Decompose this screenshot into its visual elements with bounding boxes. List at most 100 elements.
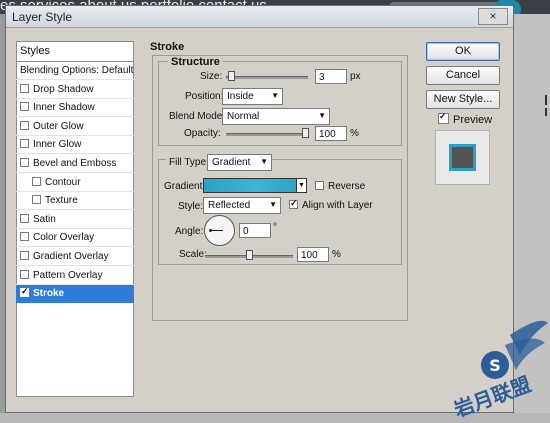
size-slider-thumb[interactable] bbox=[228, 71, 236, 81]
dialog-title: Layer Style bbox=[12, 10, 73, 24]
style-item-label: Inner Shadow bbox=[33, 102, 95, 114]
chevron-down-icon: ▼ bbox=[318, 111, 326, 120]
angle-unit: ° bbox=[273, 222, 277, 233]
structure-title: Structure bbox=[168, 56, 223, 68]
gradient-swatch[interactable]: ▼ bbox=[203, 178, 307, 193]
style-item-label: Drop Shadow bbox=[33, 83, 94, 95]
background-mark bbox=[545, 108, 547, 116]
size-slider-track[interactable] bbox=[226, 76, 308, 79]
gradient-style-value: Reflected bbox=[208, 200, 251, 211]
scale-slider-thumb[interactable] bbox=[245, 250, 253, 260]
scale-label: Scale: bbox=[179, 249, 207, 260]
opacity-slider-track[interactable] bbox=[226, 133, 309, 136]
style-item-texture[interactable]: Texture bbox=[16, 192, 134, 211]
align-with-layer-wrap[interactable]: Align with Layer bbox=[289, 198, 373, 211]
size-label: Size: bbox=[200, 71, 223, 82]
align-with-layer-checkbox[interactable] bbox=[289, 198, 298, 209]
style-item-stroke[interactable]: Stroke bbox=[16, 285, 134, 304]
style-item-checkbox[interactable] bbox=[20, 286, 29, 298]
style-item-contour[interactable]: Contour bbox=[16, 174, 134, 192]
preview-swatch bbox=[449, 144, 476, 171]
preview-checkbox-wrap[interactable]: Preview bbox=[438, 111, 493, 126]
angle-dial[interactable] bbox=[204, 215, 235, 246]
reverse-checkbox[interactable] bbox=[315, 181, 324, 190]
scale-input[interactable]: 100 bbox=[297, 247, 329, 262]
style-item-drop-shadow[interactable]: Drop Shadow bbox=[16, 81, 134, 99]
new-style-button[interactable]: New Style... bbox=[426, 90, 500, 109]
angle-input[interactable]: 0 bbox=[239, 223, 271, 238]
style-item-checkbox[interactable] bbox=[20, 139, 29, 149]
style-item-outer-glow[interactable]: Outer Glow bbox=[16, 118, 134, 136]
style-item-gradient-overlay[interactable]: Gradient Overlay bbox=[16, 248, 134, 266]
style-label: Style: bbox=[178, 201, 204, 212]
style-item-blending-options-default[interactable]: Blending Options: Default bbox=[16, 62, 134, 80]
style-item-label: Gradient Overlay bbox=[33, 251, 109, 262]
style-item-satin[interactable]: Satin bbox=[16, 211, 134, 229]
style-item-checkbox[interactable] bbox=[20, 213, 29, 223]
background-mark bbox=[545, 95, 547, 105]
size-unit: px bbox=[350, 71, 361, 82]
style-item-checkbox[interactable] bbox=[20, 83, 29, 93]
style-item-label: Satin bbox=[33, 213, 56, 225]
style-item-checkbox[interactable] bbox=[32, 176, 41, 186]
opacity-slider-thumb[interactable] bbox=[302, 128, 309, 138]
reverse-checkbox-wrap[interactable]: Reverse bbox=[315, 180, 365, 192]
scale-unit: % bbox=[332, 249, 341, 260]
styles-header[interactable]: Styles bbox=[16, 41, 134, 62]
position-label: Position: bbox=[185, 91, 224, 102]
angle-indicator bbox=[211, 230, 223, 231]
dialog-titlebar[interactable] bbox=[6, 6, 513, 28]
style-item-inner-glow[interactable]: Inner Glow bbox=[16, 136, 134, 155]
style-item-inner-shadow[interactable]: Inner Shadow bbox=[16, 99, 134, 118]
style-item-label: Blending Options: Default bbox=[20, 65, 134, 76]
style-item-checkbox[interactable] bbox=[20, 102, 29, 112]
style-item-label: Stroke bbox=[33, 288, 65, 300]
gradient-style-select[interactable]: Reflected ▼ bbox=[203, 197, 281, 214]
style-item-label: Pattern Overlay bbox=[33, 269, 103, 281]
align-with-layer-label: Align with Layer bbox=[302, 200, 373, 211]
chevron-down-icon[interactable]: ▼ bbox=[296, 179, 306, 192]
reverse-label: Reverse bbox=[328, 181, 366, 192]
preview-label: Preview bbox=[453, 114, 493, 126]
style-item-label: Contour bbox=[45, 176, 81, 188]
svg-text:S: S bbox=[489, 356, 501, 375]
cancel-button[interactable]: Cancel bbox=[426, 66, 500, 85]
stroke-title: Stroke bbox=[150, 41, 185, 53]
ok-button[interactable]: OK bbox=[426, 42, 500, 61]
angle-dot bbox=[209, 229, 212, 232]
style-item-label: Color Overlay bbox=[33, 232, 95, 244]
preview-thumbnail bbox=[435, 130, 490, 185]
preview-checkbox[interactable] bbox=[438, 111, 449, 124]
close-button[interactable]: × bbox=[478, 8, 508, 25]
position-select[interactable]: Inside ▼ bbox=[222, 88, 283, 105]
chevron-down-icon: ▼ bbox=[260, 157, 268, 166]
style-item-checkbox[interactable] bbox=[20, 120, 29, 130]
opacity-label: Opacity: bbox=[184, 128, 221, 139]
style-item-checkbox[interactable] bbox=[20, 251, 29, 260]
gradient-label: Gradient: bbox=[164, 181, 206, 192]
style-item-checkbox[interactable] bbox=[20, 269, 29, 279]
style-item-checkbox[interactable] bbox=[32, 195, 41, 205]
style-item-color-overlay[interactable]: Color Overlay bbox=[16, 229, 134, 248]
style-item-checkbox[interactable] bbox=[20, 232, 29, 242]
style-item-label: Outer Glow bbox=[33, 120, 84, 132]
style-item-pattern-overlay[interactable]: Pattern Overlay bbox=[16, 267, 134, 285]
blend-mode-label: Blend Mode: bbox=[169, 111, 226, 122]
chevron-down-icon: ▼ bbox=[269, 200, 277, 209]
blend-mode-select[interactable]: Normal ▼ bbox=[222, 108, 330, 125]
position-value: Inside bbox=[227, 91, 254, 102]
chevron-down-icon: ▼ bbox=[271, 91, 279, 100]
opacity-input[interactable]: 100 bbox=[315, 126, 347, 141]
style-item-checkbox[interactable] bbox=[20, 158, 29, 167]
opacity-unit: % bbox=[350, 128, 359, 139]
fill-type-label: Fill Type: bbox=[166, 157, 212, 168]
fill-type-select[interactable]: Gradient ▼ bbox=[207, 154, 272, 171]
style-item-label: Texture bbox=[45, 195, 78, 207]
size-input[interactable]: 3 bbox=[315, 69, 347, 84]
fill-type-value: Gradient bbox=[212, 157, 251, 168]
style-item-label: Bevel and Emboss bbox=[33, 158, 117, 169]
style-item-label: Inner Glow bbox=[33, 139, 82, 151]
style-item-bevel-and-emboss[interactable]: Bevel and Emboss bbox=[16, 155, 134, 173]
watermark-logo: S 岩月联盟 bbox=[450, 315, 550, 422]
angle-label: Angle: bbox=[175, 226, 204, 237]
